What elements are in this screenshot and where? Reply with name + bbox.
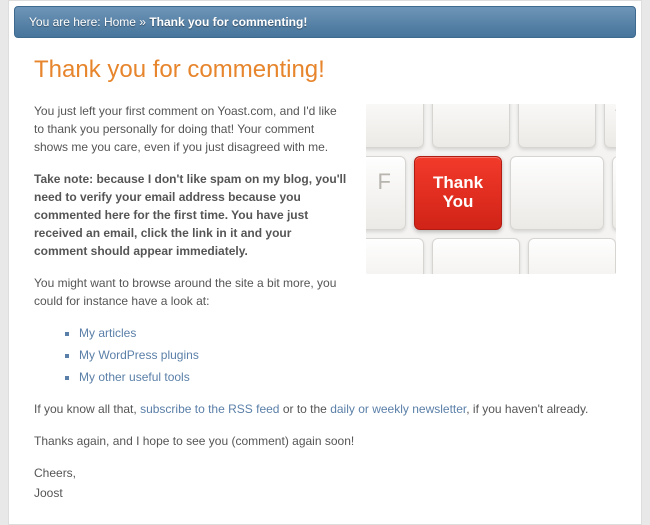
subscribe-mid: or to the	[279, 402, 330, 416]
breadcrumb-separator: »	[136, 15, 149, 29]
subscribe-post: , if you haven't already.	[466, 402, 588, 416]
thank-you-keyboard-image: Z F Thank You H	[366, 104, 616, 274]
list-item: My WordPress plugins	[79, 346, 616, 364]
thanks-again-paragraph: Thanks again, and I hope to see you (com…	[34, 432, 616, 450]
breadcrumb: You are here: Home » Thank you for comme…	[14, 6, 636, 38]
breadcrumb-home-link[interactable]: Home	[104, 15, 136, 29]
rss-link[interactable]: subscribe to the RSS feed	[140, 402, 279, 416]
suggested-links-list: My articles My WordPress plugins My othe…	[79, 324, 616, 386]
keyboard-key-z: Z	[604, 104, 616, 148]
keyboard-key-f: F	[366, 156, 406, 230]
thank-text: Thank	[433, 174, 483, 193]
plugins-link[interactable]: My WordPress plugins	[79, 348, 199, 362]
tools-link[interactable]: My other useful tools	[79, 370, 190, 384]
signature-text: Joost	[34, 484, 616, 502]
browse-paragraph: You might want to browse around the site…	[34, 274, 616, 310]
breadcrumb-prefix: You are here:	[29, 15, 104, 29]
page-title: Thank you for commenting!	[34, 56, 616, 84]
newsletter-link[interactable]: daily or weekly newsletter	[330, 402, 466, 416]
subscribe-pre: If you know all that,	[34, 402, 140, 416]
breadcrumb-current: Thank you for commenting!	[149, 15, 307, 29]
subscribe-paragraph: If you know all that, subscribe to the R…	[34, 400, 616, 418]
keyboard-key-h: H	[612, 156, 616, 230]
thank-you-key: Thank You	[414, 156, 502, 230]
you-text: You	[443, 193, 474, 212]
list-item: My other useful tools	[79, 368, 616, 386]
cheers-text: Cheers,	[34, 464, 616, 482]
articles-link[interactable]: My articles	[79, 326, 136, 340]
list-item: My articles	[79, 324, 616, 342]
